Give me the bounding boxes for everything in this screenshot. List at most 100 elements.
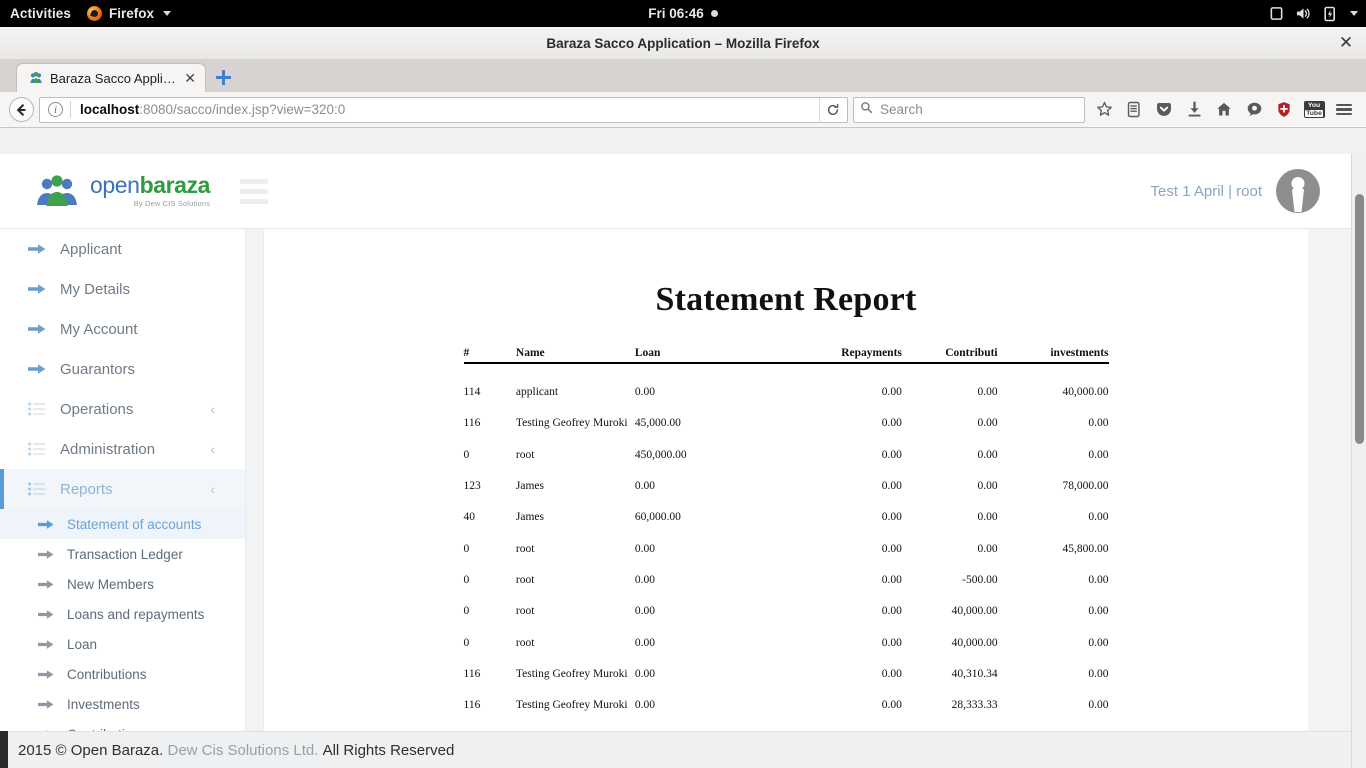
library-icon[interactable] (1119, 96, 1149, 124)
logo-tagline: By Dew CIS Solutions (90, 200, 210, 207)
sidebar-item-label: My Account (60, 321, 138, 338)
cell-loan: 60,000.00 (635, 502, 791, 533)
statement-report-table: # Name Loan Repayments Contributi invest… (464, 347, 1109, 721)
window-title: Baraza Sacco Application – Mozilla Firef… (546, 36, 819, 51)
logo-baraza-text: baraza (140, 172, 210, 198)
table-row[interactable]: 116 Testing Geofrey Muroki 45,000.00 0.0… (464, 408, 1109, 439)
cell-loan: 0.00 (635, 470, 791, 501)
chevron-down-icon (163, 11, 171, 16)
reload-button[interactable] (819, 98, 845, 122)
status-chevron-down-icon (1350, 11, 1358, 16)
cell-repayments: 0.00 (791, 564, 902, 595)
cell-number: 0 (464, 533, 516, 564)
column-header-contributions: Contributi (902, 347, 998, 363)
sidebar-subitem-statement-of-accounts[interactable]: Statement of accounts (0, 509, 245, 539)
cell-name: Testing Geofrey Muroki (516, 408, 635, 439)
firefox-icon (87, 6, 102, 21)
cell-contributions: 0.00 (902, 439, 998, 470)
sidebar-subitem-investments[interactable]: Investments (0, 689, 245, 719)
address-bar[interactable]: i localhost:8080/sacco/index.jsp?view=32… (39, 97, 848, 123)
avatar[interactable] (1276, 169, 1320, 213)
scrollbar-thumb[interactable] (1355, 194, 1364, 444)
tab-close-icon[interactable]: ✕ (183, 71, 197, 85)
cell-name: Testing Geofrey Muroki (516, 658, 635, 689)
arrow-right-icon (28, 322, 46, 336)
table-row[interactable]: 0 root 450,000.00 0.00 0.00 0.00 (464, 439, 1109, 470)
window-close-button[interactable]: ✕ (1336, 33, 1356, 53)
shield-icon[interactable] (1269, 96, 1299, 124)
sidebar-subitem-label: Contributions (67, 667, 147, 682)
table-row[interactable]: 40 James 60,000.00 0.00 0.00 0.00 (464, 502, 1109, 533)
arrow-right-icon (38, 608, 54, 621)
table-row[interactable]: 0 root 0.00 0.00 40,000.00 0.00 (464, 627, 1109, 658)
table-row[interactable]: 0 root 0.00 0.00 -500.00 0.00 (464, 564, 1109, 595)
sidebar-item-operations[interactable]: Operations ‹ (0, 389, 245, 429)
column-header-loan: Loan (635, 347, 791, 363)
search-input[interactable]: Search (880, 102, 923, 117)
arrow-right-icon (38, 578, 54, 591)
arrow-right-icon (28, 362, 46, 376)
table-row[interactable]: 123 James 0.00 0.00 0.00 78,000.00 (464, 470, 1109, 501)
sidebar-subitem-loan[interactable]: Loan (0, 629, 245, 659)
sidebar-toggle-button[interactable] (240, 179, 268, 204)
sidebar-item-my-details[interactable]: My Details (0, 269, 245, 309)
sidebar-item-my-account[interactable]: My Account (0, 309, 245, 349)
chevron-left-icon: ‹ (210, 401, 215, 417)
activities-button[interactable]: Activities (0, 6, 83, 21)
chat-icon[interactable] (1239, 96, 1269, 124)
app-menu-firefox[interactable]: Firefox (83, 6, 171, 21)
sidebar-subitem-transaction-ledger[interactable]: Transaction Ledger (0, 539, 245, 569)
youtube-badge: YouTube (1304, 101, 1325, 118)
sidebar-item-reports[interactable]: Reports ‹ (0, 469, 245, 509)
tab-baraza-sacco[interactable]: Baraza Sacco Applicat... ✕ (16, 63, 206, 92)
page-scrollbar[interactable] (1351, 154, 1366, 768)
arrow-right-icon (38, 668, 54, 681)
cell-loan: 0.00 (635, 596, 791, 627)
sidebar-item-guarantors[interactable]: Guarantors (0, 349, 245, 389)
cell-repayments: 0.00 (791, 363, 902, 408)
cell-investments: 78,000.00 (998, 470, 1109, 501)
new-tab-button[interactable] (206, 63, 240, 92)
cell-contributions: 0.00 (902, 533, 998, 564)
back-button[interactable] (7, 96, 35, 124)
urlbar-divider (70, 101, 71, 118)
search-bar[interactable]: Search (853, 97, 1085, 123)
sidebar-subitem-loans-and-repayments[interactable]: Loans and repayments (0, 599, 245, 629)
download-icon[interactable] (1179, 96, 1209, 124)
cell-number: 116 (464, 690, 516, 721)
home-icon[interactable] (1209, 96, 1239, 124)
list-icon (28, 482, 46, 496)
user-label[interactable]: Test 1 April | root (1151, 183, 1262, 200)
sidebar-item-administration[interactable]: Administration ‹ (0, 429, 245, 469)
menu-icon[interactable] (1329, 96, 1359, 124)
bookmark-star-icon[interactable] (1089, 96, 1119, 124)
brand-logo[interactable]: openbaraza By Dew CIS Solutions (0, 174, 210, 208)
cell-investments: 0.00 (998, 658, 1109, 689)
cell-repayments: 0.00 (791, 439, 902, 470)
cell-investments: 0.00 (998, 502, 1109, 533)
table-row[interactable]: 114 applicant 0.00 0.00 0.00 40,000.00 (464, 363, 1109, 408)
table-row[interactable]: 0 root 0.00 0.00 40,000.00 0.00 (464, 596, 1109, 627)
cell-investments: 45,800.00 (998, 533, 1109, 564)
sidebar-item-label: Reports (60, 481, 113, 498)
page-info-icon[interactable]: i (48, 102, 63, 117)
cell-contributions: 0.00 (902, 408, 998, 439)
system-clock[interactable]: Fri 06:46 (0, 6, 1366, 21)
cell-name: root (516, 564, 635, 595)
table-row[interactable]: 0 root 0.00 0.00 0.00 45,800.00 (464, 533, 1109, 564)
sidebar-subitem-new-members[interactable]: New Members (0, 569, 245, 599)
table-row[interactable]: 116 Testing Geofrey Muroki 0.00 0.00 28,… (464, 690, 1109, 721)
cell-repayments: 0.00 (791, 658, 902, 689)
cell-repayments: 0.00 (791, 470, 902, 501)
sidebar-subitem-contributions-1[interactable]: Contributions (0, 659, 245, 689)
page-viewport: openbaraza By Dew CIS Solutions Test 1 A… (0, 154, 1366, 768)
table-row[interactable]: 116 Testing Geofrey Muroki 0.00 0.00 40,… (464, 658, 1109, 689)
cell-contributions: 40,000.00 (902, 596, 998, 627)
system-status-area[interactable] (1269, 0, 1358, 27)
pocket-icon[interactable] (1149, 96, 1179, 124)
content-scroll-track[interactable] (1308, 229, 1351, 768)
cell-investments: 40,000.00 (998, 363, 1109, 408)
youtube-icon[interactable]: YouTube (1299, 96, 1329, 124)
sidebar-item-applicant[interactable]: Applicant (0, 229, 245, 269)
brand-wordmark: openbaraza By Dew CIS Solutions (90, 174, 210, 207)
